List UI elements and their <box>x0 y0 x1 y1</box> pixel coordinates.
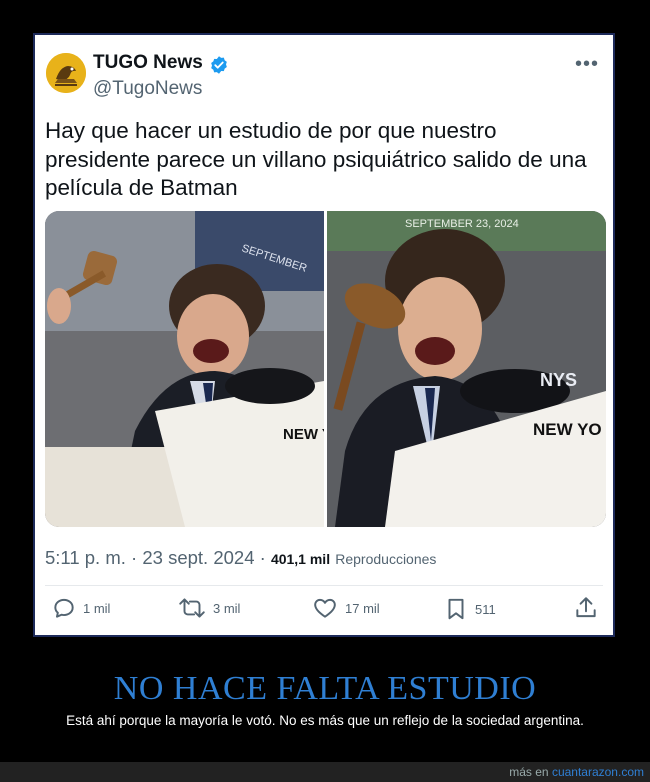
tweet-metadata: 5:11 p. m. · 23 sept. 2024 · 401,1 mil R… <box>45 547 436 569</box>
share-button[interactable] <box>573 595 599 621</box>
retweet-count: 3 mil <box>213 600 241 616</box>
tweet-time[interactable]: 5:11 p. m. <box>45 547 126 568</box>
tweet-date[interactable]: 23 sept. 2024 <box>142 547 254 568</box>
share-icon <box>576 597 596 618</box>
author-handle[interactable]: @TugoNews <box>93 78 202 100</box>
reply-icon <box>54 598 74 618</box>
tweet-card: TUGO News @TugoNews ••• Hay que hacer un… <box>33 33 615 637</box>
heart-icon <box>314 598 336 618</box>
like-button[interactable]: 17 mil <box>311 595 380 621</box>
tweet-text: Hay que hacer un estudio de por que nues… <box>45 118 587 200</box>
retweet-icon <box>179 598 205 618</box>
tweet-media[interactable]: NEW Y SEPTEMBER NEW YO NYS SEPTEMBER 23,… <box>45 211 606 527</box>
meta-separator: · <box>131 547 138 568</box>
svg-text:NYS: NYS <box>540 370 577 390</box>
retweet-button[interactable]: 3 mil <box>177 595 240 621</box>
photo-man-with-gavel-right-icon[interactable]: NEW YO NYS SEPTEMBER 23, 2024 <box>327 211 606 527</box>
footer-prefix: más en <box>509 765 549 779</box>
more-options-icon[interactable]: ••• <box>575 53 599 76</box>
like-count: 17 mil <box>345 600 380 616</box>
bookmark-icon <box>448 598 464 620</box>
verified-badge-icon <box>209 55 229 75</box>
divider <box>45 585 603 586</box>
caption-subtitle: Está ahí porque la mayoría le votó. No e… <box>66 713 584 728</box>
svg-text:NEW YO: NEW YO <box>533 420 602 439</box>
footer-bar: más en cuantarazon.com <box>0 762 650 782</box>
reply-button[interactable]: 1 mil <box>51 595 110 621</box>
photo-man-with-gavel-left-icon[interactable]: NEW Y SEPTEMBER <box>45 211 332 527</box>
views-count: 401,1 mil <box>270 551 331 567</box>
caption-title: NO HACE FALTA ESTUDIO <box>113 670 537 707</box>
footer-site-link[interactable]: cuantarazon.com <box>552 765 644 779</box>
reply-count: 1 mil <box>83 600 111 616</box>
tugo-news-logo-icon[interactable] <box>46 53 86 93</box>
meta-separator-2: · <box>259 547 266 568</box>
bookmark-button[interactable]: 511 <box>443 595 496 623</box>
author-name[interactable]: TUGO News <box>93 52 203 74</box>
footer-text: más en cuantarazon.com <box>509 765 644 779</box>
views-label: Reproducciones <box>335 551 437 567</box>
svg-text:SEPTEMBER 23, 2024: SEPTEMBER 23, 2024 <box>405 218 519 230</box>
bookmark-count: 511 <box>475 601 496 617</box>
